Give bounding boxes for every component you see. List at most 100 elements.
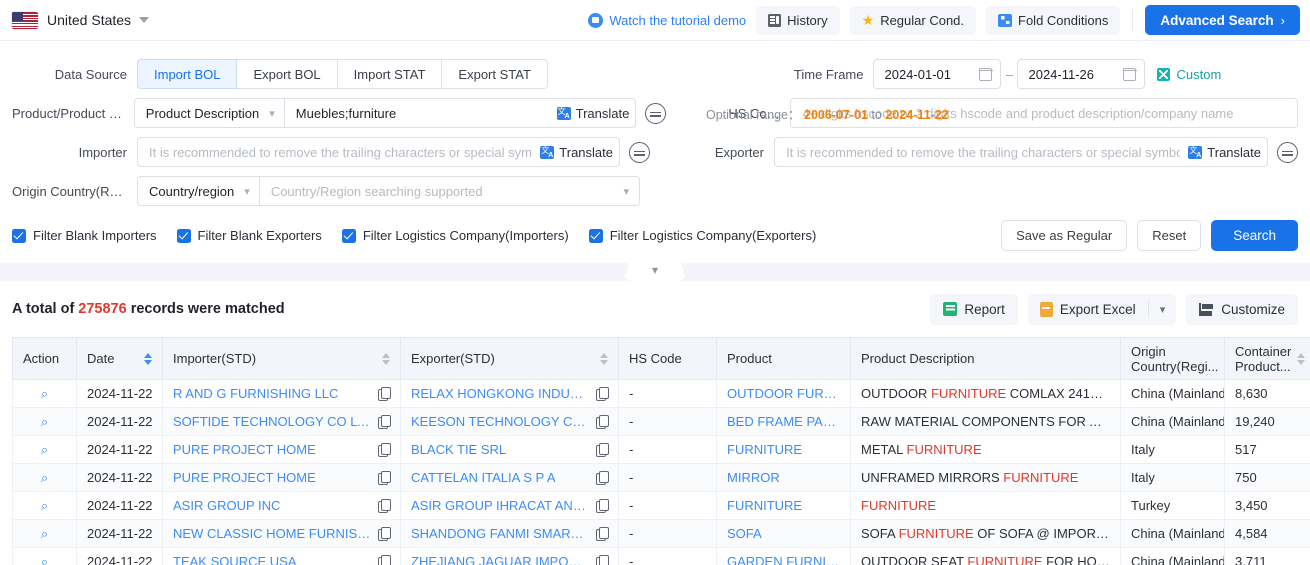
importer-exclude-button[interactable]	[629, 141, 650, 163]
copy-icon[interactable]	[378, 471, 391, 485]
copy-icon[interactable]	[596, 471, 609, 485]
cell-exporter[interactable]: ZHEJIANG JAGUAR IMPORT AND ...	[400, 547, 619, 565]
watch-tutorial-link[interactable]: Watch the tutorial demo	[588, 12, 746, 28]
search-button[interactable]: Search	[1211, 220, 1298, 251]
cell-action[interactable]: ⌕	[12, 379, 77, 408]
cell-importer[interactable]: ASIR GROUP INC	[162, 491, 401, 520]
cell-product[interactable]: BED FRAME PARTS	[716, 407, 851, 436]
time-to-input[interactable]: 2024-11-26	[1017, 59, 1146, 89]
copy-icon[interactable]	[378, 415, 391, 429]
search-detail-icon[interactable]: ⌕	[41, 442, 48, 457]
table-row[interactable]: ⌕ 2024-11-22 PURE PROJECT HOME BLACK TIE SR…	[12, 435, 1310, 464]
table-row[interactable]: ⌕ 2024-11-22 SOFTIDE TECHNOLOGY CO LTD KEES…	[12, 407, 1310, 436]
sort-toggle-exporter[interactable]	[594, 352, 608, 365]
copy-icon[interactable]	[378, 555, 391, 565]
copy-icon[interactable]	[378, 443, 391, 457]
reset-button[interactable]: Reset	[1137, 220, 1202, 251]
cell-action[interactable]: ⌕	[12, 547, 77, 565]
product-link[interactable]: SOFA	[727, 526, 840, 541]
importer-input[interactable]: It is recommended to remove the trailing…	[137, 137, 620, 167]
cell-importer[interactable]: R AND G FURNISHING LLC	[162, 379, 401, 408]
cell-exporter-link[interactable]: BLACK TIE SRL	[411, 442, 590, 457]
sort-toggle-date[interactable]	[138, 352, 152, 365]
column-header-date[interactable]: Date	[76, 337, 163, 380]
cell-exporter-link[interactable]: ASIR GROUP IHRACAT ANONIM SI...	[411, 498, 590, 513]
translate-button[interactable]: Translate	[532, 145, 613, 160]
copy-icon[interactable]	[596, 415, 609, 429]
column-header-exporter[interactable]: Exporter(STD)	[400, 337, 619, 380]
cell-exporter[interactable]: KEESON TECHNOLOGY CORPORA...	[400, 407, 619, 436]
cell-exporter-link[interactable]: ZHEJIANG JAGUAR IMPORT AND ...	[411, 554, 590, 565]
translate-button[interactable]: Translate	[549, 106, 629, 121]
advanced-search-button[interactable]: Advanced Search ›	[1145, 5, 1300, 35]
exporter-input[interactable]: It is recommended to remove the trailing…	[774, 137, 1268, 167]
export-excel-dropdown[interactable]: ▾	[1149, 303, 1177, 316]
history-button[interactable]: History	[756, 5, 840, 35]
product-link[interactable]: BED FRAME PARTS	[727, 414, 840, 429]
cell-action[interactable]: ⌕	[12, 491, 77, 520]
cell-importer[interactable]: PURE PROJECT HOME	[162, 463, 401, 492]
cell-importer[interactable]: TEAK SOURCE USA	[162, 547, 401, 565]
copy-icon[interactable]	[596, 555, 609, 565]
copy-icon[interactable]	[596, 527, 609, 541]
product-link[interactable]: GARDEN FURNITURE	[727, 554, 840, 565]
checkbox-filter-logistics-importers[interactable]: Filter Logistics Company(Importers)	[341, 228, 569, 243]
table-row[interactable]: ⌕ 2024-11-22 NEW CLASSIC HOME FURNISHING SH…	[12, 519, 1310, 548]
copy-icon[interactable]	[596, 387, 609, 401]
column-header-importer[interactable]: Importer(STD)	[162, 337, 401, 380]
cell-importer[interactable]: PURE PROJECT HOME	[162, 435, 401, 464]
cell-exporter-link[interactable]: KEESON TECHNOLOGY CORPORA...	[411, 414, 590, 429]
save-as-regular-button[interactable]: Save as Regular	[1001, 220, 1128, 251]
export-excel-button[interactable]: Export Excel ▾	[1027, 293, 1177, 325]
search-detail-icon[interactable]: ⌕	[41, 386, 48, 401]
product-link[interactable]: FURNITURE	[727, 442, 840, 457]
cell-importer-link[interactable]: R AND G FURNISHING LLC	[173, 386, 372, 401]
copy-icon[interactable]	[596, 499, 609, 513]
cell-product[interactable]: OUTDOOR FURNITU...	[716, 379, 851, 408]
origin-type-select[interactable]: Country/region ▾	[137, 176, 260, 206]
regular-cond-button[interactable]: ★ Regular Cond.	[849, 5, 977, 35]
cell-exporter-link[interactable]: CATTELAN ITALIA S P A	[411, 470, 590, 485]
tab-import-stat[interactable]: Import STAT	[337, 59, 443, 89]
cell-importer-link[interactable]: SOFTIDE TECHNOLOGY CO LTD	[173, 414, 372, 429]
checkbox-filter-blank-exporters[interactable]: Filter Blank Exporters	[176, 228, 322, 243]
search-detail-icon[interactable]: ⌕	[41, 554, 48, 565]
checkbox-filter-blank-importers[interactable]: Filter Blank Importers	[12, 228, 157, 243]
product-link[interactable]: OUTDOOR FURNITU...	[727, 386, 840, 401]
cell-importer[interactable]: NEW CLASSIC HOME FURNISHING	[162, 519, 401, 548]
tab-import-bol[interactable]: Import BOL	[137, 59, 238, 89]
copy-icon[interactable]	[378, 387, 391, 401]
cell-action[interactable]: ⌕	[12, 435, 77, 464]
cell-product[interactable]: SOFA	[716, 519, 851, 548]
copy-icon[interactable]	[596, 443, 609, 457]
cell-exporter[interactable]: RELAX HONGKONG INDUSTRIAL C...	[400, 379, 619, 408]
table-row[interactable]: ⌕ 2024-11-22 TEAK SOURCE USA ZHEJIANG JAGUA…	[12, 547, 1310, 565]
cell-importer-link[interactable]: TEAK SOURCE USA	[173, 554, 372, 565]
exporter-exclude-button[interactable]	[1277, 141, 1298, 163]
product-link[interactable]: FURNITURE	[727, 498, 840, 513]
country-selector-label[interactable]: United States	[47, 12, 131, 28]
report-button[interactable]: Report	[930, 293, 1018, 325]
cell-product[interactable]: MIRROR	[716, 463, 851, 492]
cell-importer-link[interactable]: PURE PROJECT HOME	[173, 442, 372, 457]
custom-range-button[interactable]: Custom	[1157, 67, 1221, 82]
export-excel-main[interactable]: Export Excel	[1028, 301, 1148, 317]
fold-conditions-button[interactable]: Fold Conditions	[986, 5, 1121, 35]
cell-product[interactable]: GARDEN FURNITURE	[716, 547, 851, 565]
cell-exporter[interactable]: SHANDONG FANMI SMART HOME ...	[400, 519, 619, 548]
time-from-input[interactable]: 2024-01-01	[873, 59, 1002, 89]
table-row[interactable]: ⌕ 2024-11-22 ASIR GROUP INC ASIR GROUP IHRA…	[12, 491, 1310, 520]
copy-icon[interactable]	[378, 527, 391, 541]
sort-toggle-container[interactable]	[1291, 352, 1306, 365]
table-row[interactable]: ⌕ 2024-11-22 R AND G FURNISHING LLC RELAX H…	[12, 379, 1310, 408]
cell-action[interactable]: ⌕	[12, 463, 77, 492]
product-input[interactable]: Muebles;furniture Translate	[284, 98, 637, 128]
translate-button[interactable]: Translate	[1180, 145, 1261, 160]
checkbox-filter-logistics-exporters[interactable]: Filter Logistics Company(Exporters)	[588, 228, 816, 243]
chevron-down-icon[interactable]	[139, 17, 150, 23]
tab-export-stat[interactable]: Export STAT	[442, 59, 548, 89]
customize-button[interactable]: Customize	[1186, 293, 1298, 325]
product-exclude-button[interactable]	[645, 102, 667, 124]
search-detail-icon[interactable]: ⌕	[41, 470, 48, 485]
cell-product[interactable]: FURNITURE	[716, 491, 851, 520]
